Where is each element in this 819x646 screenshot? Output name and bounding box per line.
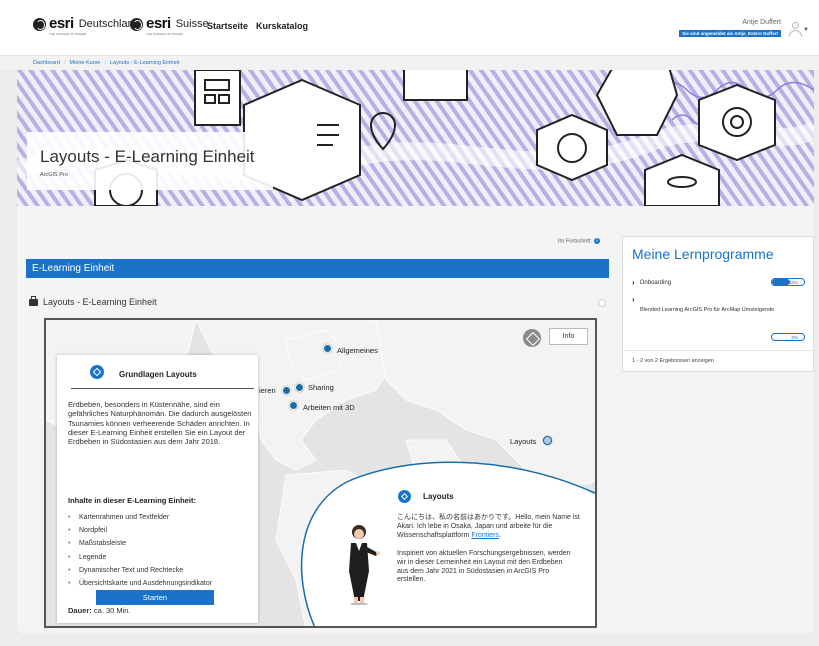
program-row[interactable]: › Onboarding — [632, 278, 671, 287]
list-item: Nordpfeil — [68, 527, 212, 540]
module-title: Layouts - E-Learning Einheit — [43, 297, 157, 307]
card-title: Grundlagen Layouts — [119, 370, 197, 379]
info-icon[interactable]: i — [593, 238, 600, 244]
avatar-icon[interactable] — [788, 21, 804, 37]
layouts-icon — [90, 365, 104, 379]
completion-circle-icon — [598, 299, 606, 307]
nav-startseite[interactable]: Startseite — [207, 21, 248, 31]
card-description: Erdbeben, besonders in Küstennähe, sind … — [68, 400, 252, 447]
breadcrumb-current[interactable]: Layouts - E-Learning Einheit — [110, 60, 179, 66]
progress-fill — [772, 279, 790, 285]
map-pin-layouts[interactable] — [543, 436, 552, 445]
section-heading: E-Learning Einheit — [26, 259, 609, 278]
frontiers-link[interactable]: Frontiers — [471, 532, 499, 539]
map-pin-label: Allgemeines — [337, 346, 378, 355]
globe-icon — [33, 18, 46, 31]
logo-tagline: THE SCIENCE OF WHERE — [146, 32, 184, 36]
breadcrumb: Dashboard / Meine Kurse / Layouts - E-Learni… — [0, 56, 819, 70]
progress-label: 33% — [788, 280, 798, 285]
course-title-card: Layouts - E-Learning Einheit ArcGIS Pro — [27, 132, 273, 190]
course-subtitle: ArcGIS Pro — [40, 172, 68, 178]
globe-icon — [130, 18, 143, 31]
nav-kurskatalog[interactable]: Kurskatalog — [256, 21, 308, 31]
program-name: Onboarding — [639, 279, 672, 286]
logo-tagline: THE SCIENCE OF WHERE — [49, 32, 87, 36]
login-badge: Sie sind angemeldet als Antje_Extern Duf… — [679, 30, 781, 37]
panel-title: Meine Lernprogramme — [632, 246, 774, 262]
map-pin-label: Arbeiten mit 3D — [303, 403, 355, 412]
program-progress-bar: 0% — [771, 333, 805, 341]
chevron-right-icon: › — [632, 278, 635, 287]
info-card: Grundlagen Layouts Erdbeben, besonders i… — [57, 355, 258, 623]
learning-programs-panel: Meine Lernprogramme › Onboarding 33% › B… — [622, 236, 814, 372]
list-item: Legende — [68, 554, 212, 567]
bubble-title: Layouts — [423, 492, 454, 501]
card-duration: Dauer: ca. 30 Min. — [68, 606, 131, 615]
briefcase-icon — [29, 295, 38, 306]
esri-deutschland-logo[interactable]: esri Deutschland THE SCIENCE OF WHERE — [33, 15, 140, 36]
chevron-right-icon[interactable]: › — [632, 295, 635, 304]
list-item: Dynamischer Text und Rechtecke — [68, 567, 212, 580]
esri-suisse-logo[interactable]: esri Suisse THE SCIENCE OF WHERE — [130, 15, 209, 36]
breadcrumb-dashboard[interactable]: Dashboard — [33, 60, 60, 66]
progress-label: Ihr Fortschritt: i — [558, 238, 600, 244]
map-info-button[interactable]: Info — [549, 328, 588, 345]
list-item: Kartenrahmen und Textfelder — [68, 514, 212, 527]
user-name: Antje Duffert — [742, 19, 781, 26]
top-bar: esri Deutschland THE SCIENCE OF WHERE es… — [0, 0, 819, 56]
map-pin-allgemeines[interactable] — [323, 344, 332, 353]
map-pin-sharing[interactable] — [295, 383, 304, 392]
chevron-down-icon[interactable]: ▼ — [803, 27, 809, 33]
breadcrumb-meine-kurse[interactable]: Meine Kurse — [69, 60, 100, 66]
logo-country: Suisse — [175, 18, 209, 30]
module-title-row[interactable]: Layouts - E-Learning Einheit — [29, 295, 157, 307]
list-item: Maßstabsleiste — [68, 540, 212, 553]
bubble-body: Inspiriert von aktuellen Forschungsergeb… — [397, 550, 571, 584]
start-button[interactable]: Starten — [96, 590, 214, 605]
card-contents-list: Kartenrahmen und Textfelder Nordpfeil Ma… — [68, 514, 212, 593]
compass-icon[interactable] — [523, 329, 541, 347]
card-contents-heading: Inhalte in dieser E-Learning Einheit: — [68, 496, 196, 505]
map-pin-label: Layouts — [510, 437, 537, 446]
logo-brand: esri — [49, 15, 74, 32]
progress-label: 0% — [791, 335, 798, 340]
layouts-icon — [398, 490, 411, 503]
program-progress-bar: 33% — [771, 278, 805, 286]
map-pin-ieren[interactable] — [282, 386, 291, 395]
result-count: 1 - 2 von 2 Ergebnissen anzeigen — [632, 358, 714, 364]
avatar-character-illustration — [349, 525, 380, 605]
logo-brand: esri — [146, 15, 171, 32]
divider — [623, 350, 813, 351]
bubble-intro: こんにちは、私の名前はあかりです。Hello, mein Name ist Ak… — [397, 514, 580, 539]
user-info[interactable]: Antje Duffert Sie sind angemeldet als An… — [679, 19, 781, 37]
page-title: Layouts - E-Learning Einheit — [40, 147, 255, 166]
map-pin-label: ieren — [259, 386, 276, 395]
map-pin-3d[interactable] — [289, 401, 298, 410]
divider — [71, 388, 254, 389]
map-pin-label: Sharing — [308, 383, 334, 392]
interactive-map[interactable]: Info Allgemeines ieren Sharing Arbeiten … — [44, 318, 597, 628]
program-name[interactable]: Blended Learning ArcGIS Pro für ArcMap U… — [640, 307, 800, 314]
page: esri Deutschland THE SCIENCE OF WHERE es… — [0, 0, 819, 646]
